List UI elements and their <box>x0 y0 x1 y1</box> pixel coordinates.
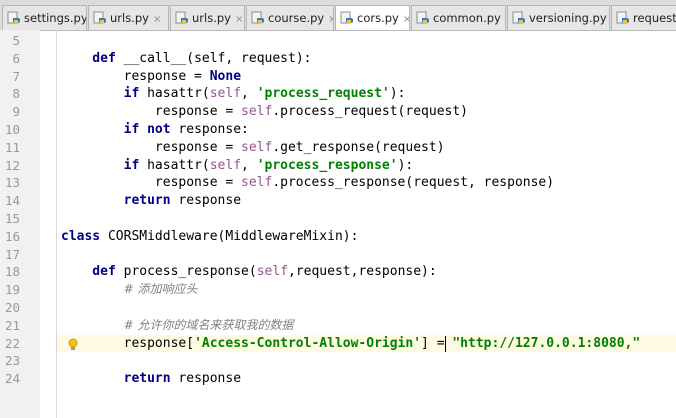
code-token: response: <box>178 122 249 137</box>
code-line[interactable]: if hasattr(self, 'process_request'): <box>61 85 406 103</box>
code-token: response[ <box>61 335 195 351</box>
tab-label: settings.py <box>24 11 87 25</box>
tab-label: course.py <box>268 11 325 25</box>
self-token: self <box>209 157 242 173</box>
code-token: .process_request(request) <box>272 104 468 120</box>
code-line[interactable]: return response <box>61 192 241 210</box>
keyword-token: return <box>123 193 179 209</box>
tab-course-py[interactable]: course.py× <box>246 5 334 30</box>
python-file-icon <box>7 9 21 24</box>
string-token: 'process_request' <box>256 86 390 102</box>
keyword-token: class <box>61 228 108 244</box>
string-token: "http://127.0.0.1:8080," <box>452 335 641 351</box>
keyword-token: return <box>123 371 179 387</box>
close-icon[interactable]: × <box>153 14 161 25</box>
code-token: ): <box>389 86 406 102</box>
self-token: self <box>241 104 273 120</box>
code-token: response = <box>61 104 242 120</box>
code-token: ,request,response): <box>288 264 437 280</box>
code-token: , <box>241 157 257 173</box>
tab-label: urls.py <box>192 11 231 25</box>
tab-label: request. <box>633 11 676 25</box>
self-token: self <box>209 86 242 102</box>
code-line[interactable]: response['Access-Control-Allow-Origin'] … <box>61 335 641 353</box>
tab-label: common.py <box>433 11 501 25</box>
tab-urls-py[interactable]: urls.py × <box>88 5 169 30</box>
python-file-icon <box>175 9 189 24</box>
keyword-token: def <box>61 264 124 280</box>
tab-label: versioning.py <box>529 11 607 25</box>
editor-tab-bar: settings.py×urls.py×urls.py×course.py×co… <box>0 0 676 31</box>
close-icon[interactable]: × <box>505 14 506 25</box>
self-token: self <box>241 175 273 191</box>
code-line[interactable]: response = None <box>61 68 241 86</box>
close-icon[interactable]: × <box>328 14 333 25</box>
code-token: response = <box>61 68 210 84</box>
python-file-icon <box>340 9 354 24</box>
code-token: hasattr( <box>147 157 210 173</box>
code-line[interactable]: if not response: <box>61 121 249 139</box>
tab-urls-py[interactable]: urls.py × <box>170 5 245 30</box>
code-token: response = <box>61 139 242 155</box>
code-token: hasattr( <box>147 86 210 102</box>
comment-token: # 添加响应头 <box>123 282 198 297</box>
text-caret <box>445 335 446 352</box>
code-token: response <box>178 193 242 209</box>
self-token: self <box>241 139 273 155</box>
code-token: CORSMiddleware(MiddlewareMixin): <box>107 228 359 244</box>
code-line[interactable]: response = self.get_response(request) <box>61 139 445 157</box>
code-token: ] = <box>421 335 453 351</box>
code-token: .get_response(request) <box>272 139 445 155</box>
keyword-token: if <box>123 86 148 102</box>
python-file-icon <box>616 9 630 24</box>
tab-label: urls.py <box>110 11 149 25</box>
keyword-token: if not <box>123 122 179 137</box>
code-line[interactable]: # 添加响应头 <box>61 281 198 299</box>
tab-settings-py[interactable]: settings.py× <box>2 5 87 30</box>
code-token: process_response( <box>123 264 257 280</box>
code-line[interactable]: if hasattr(self, 'process_response'): <box>61 157 414 175</box>
code-token: , <box>241 86 257 102</box>
tab-common-py[interactable]: common.py × <box>411 5 506 30</box>
code-line[interactable]: # 允许你的域名来获取我的数据 <box>61 317 294 335</box>
code-line[interactable]: response = self.process_response(request… <box>61 174 554 192</box>
keyword-token: if <box>123 157 148 173</box>
code-line[interactable]: def __call__(self, request): <box>61 50 311 68</box>
keyword-token: None <box>209 68 242 84</box>
function-name-token: __call__ <box>123 50 187 66</box>
keyword-token: def <box>61 50 124 66</box>
python-file-icon <box>93 9 107 24</box>
code-token: .process_response(request, response) <box>272 175 555 191</box>
code-token: response = <box>61 175 242 191</box>
self-token: self <box>256 264 288 280</box>
code-token: response <box>178 371 242 387</box>
close-icon[interactable]: × <box>235 14 243 25</box>
string-token: 'Access-Control-Allow-Origin' <box>194 335 422 351</box>
code-line[interactable]: class CORSMiddleware(MiddlewareMixin): <box>61 228 358 246</box>
code-token: ): <box>397 157 414 173</box>
tab-versioning-py[interactable]: versioning.py × <box>507 5 610 30</box>
python-file-icon <box>251 9 265 24</box>
code-line[interactable]: response = self.process_request(request) <box>61 103 468 121</box>
code-editor[interactable]: def __call__(self, request): response = … <box>0 30 676 418</box>
comment-token: # 允许你的域名来获取我的数据 <box>123 317 294 332</box>
string-token: 'process_response' <box>256 157 398 173</box>
python-file-icon <box>512 9 526 24</box>
tab-request[interactable]: request. <box>611 5 676 30</box>
code-line[interactable]: def process_response(self,request,respon… <box>61 263 437 281</box>
code-line[interactable]: return response <box>61 370 241 388</box>
close-icon[interactable]: × <box>403 14 409 25</box>
tab-label: cors.py <box>357 11 399 25</box>
python-file-icon <box>416 9 430 24</box>
tab-cors-py[interactable]: cors.py × <box>335 5 410 30</box>
code-token: (self, request): <box>186 50 312 66</box>
